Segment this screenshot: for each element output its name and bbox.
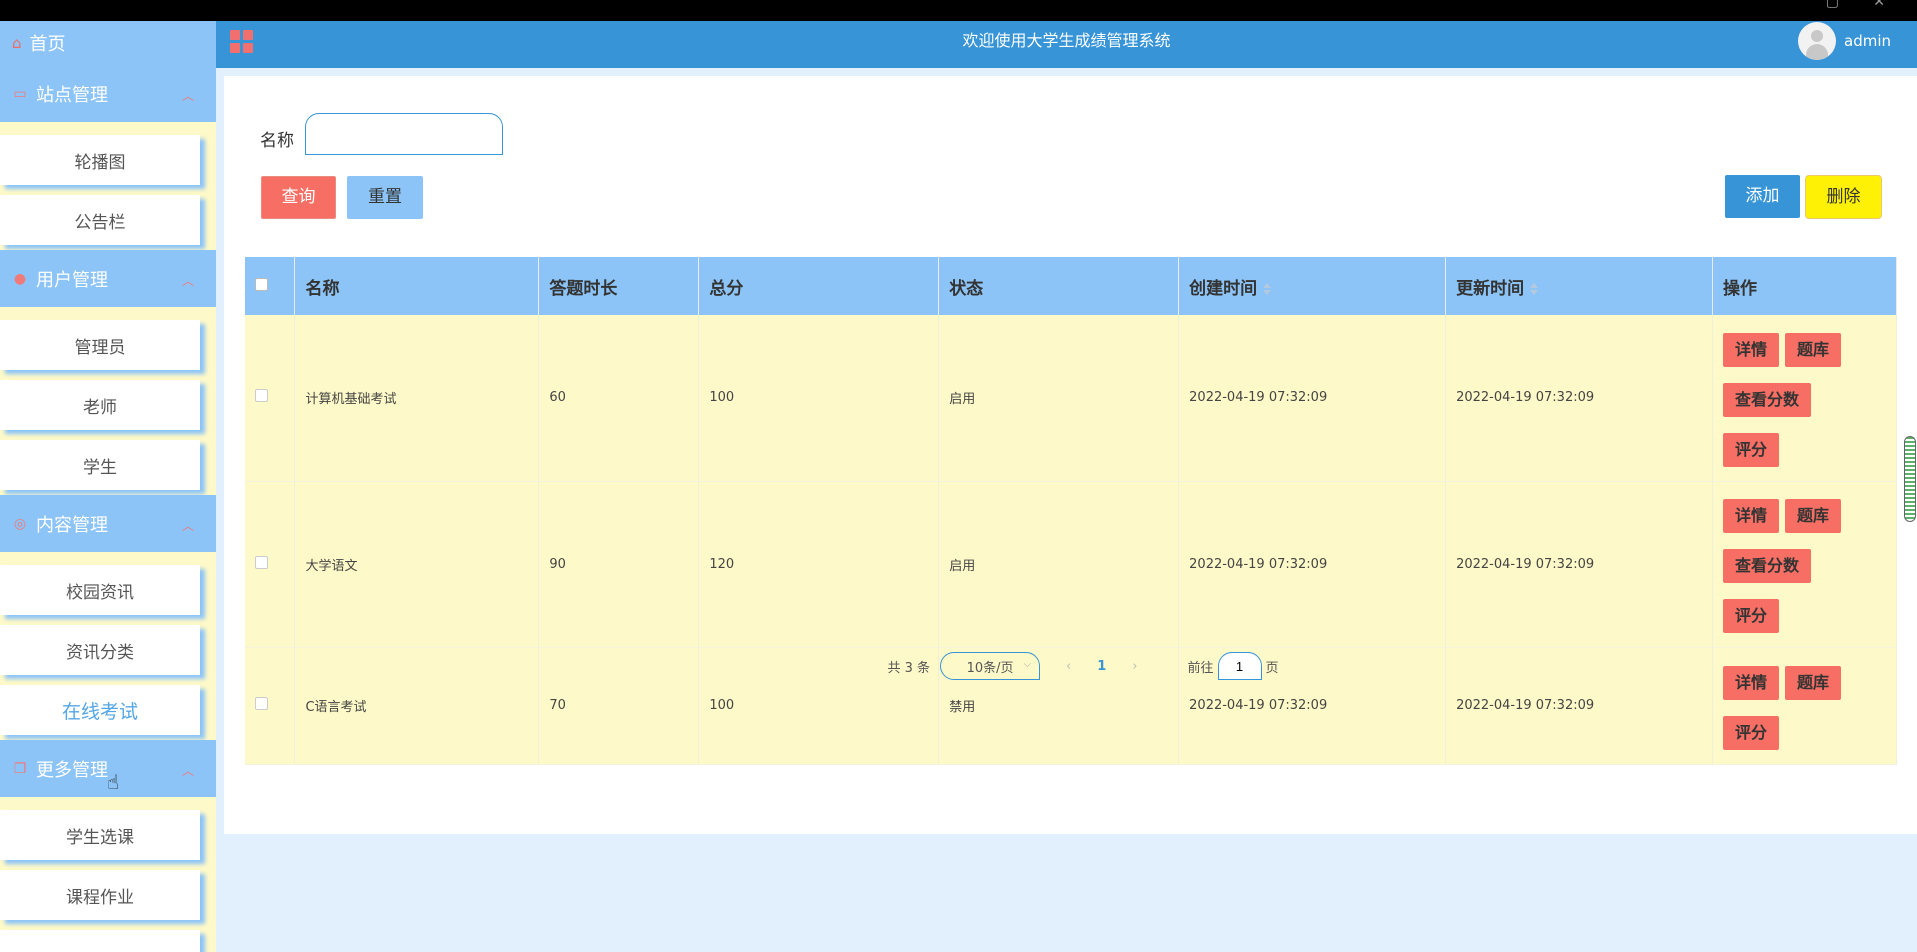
col-header-ops: 操作 <box>1712 257 1897 315</box>
col-header-duration: 答题时长 <box>538 257 700 315</box>
sidebar-item-student[interactable]: 学生 <box>0 440 200 490</box>
view-score-button[interactable]: 查看分数 <box>1723 549 1812 583</box>
select-all-checkbox[interactable] <box>255 278 268 291</box>
main-content: 名称 查询 重置 添加 删除 名称 答题时长 总分 状态 创建时间 更新时间 操… <box>216 68 1917 952</box>
copy-icon: ❐ <box>13 760 27 777</box>
col-header-total: 总分 <box>698 257 940 315</box>
scrollbar-thumb[interactable] <box>1904 436 1916 522</box>
cell-status: 启用 <box>938 481 1180 648</box>
grade-button[interactable]: 评分 <box>1723 599 1780 633</box>
sidebar-group-content[interactable]: ◎ 内容管理 ︿ <box>0 495 216 552</box>
sidebar-item-partial[interactable] <box>0 930 200 952</box>
sidebar-group-label: 用户管理 <box>36 269 108 291</box>
table-header-row: 名称 答题时长 总分 状态 创建时间 更新时间 操作 <box>245 257 1897 315</box>
col-header-created: 创建时间 <box>1178 257 1447 315</box>
pagination-total: 共 3 条 <box>887 660 931 676</box>
page-size-value: 10条/页 <box>966 660 1014 676</box>
cell-total: 100 <box>698 315 940 482</box>
user-menu[interactable]: admin <box>1798 22 1891 60</box>
chevron-up-icon: ︿ <box>181 274 194 288</box>
add-button[interactable]: 添加 <box>1725 175 1800 218</box>
sidebar-group-user[interactable]: ● 用户管理 ︿ <box>0 250 216 307</box>
sidebar-item-teacher[interactable]: 老师 <box>0 380 200 430</box>
goto-label: 前往 <box>1187 660 1214 676</box>
goto-page-input[interactable] <box>1217 652 1262 680</box>
cell-updated: 2022-04-19 07:32:09 <box>1445 481 1713 648</box>
sidebar-group-label: 内容管理 <box>36 514 108 536</box>
cell-name: 大学语文 <box>294 481 540 648</box>
sort-icon[interactable] <box>1263 282 1272 295</box>
col-header-name: 名称 <box>294 257 540 315</box>
content-panel: 名称 查询 重置 添加 删除 名称 答题时长 总分 状态 创建时间 更新时间 操… <box>224 76 1917 834</box>
detail-button[interactable]: 详情 <box>1723 499 1780 533</box>
sidebar: ⌂ 首页 ▭ 站点管理 ︿ 轮播图 公告栏 ● 用户管理 ︿ 管理员 老师 学生… <box>0 21 216 952</box>
row-checkbox[interactable] <box>255 697 268 710</box>
grade-button[interactable]: 评分 <box>1723 432 1780 467</box>
cell-duration: 90 <box>538 481 700 648</box>
page-number[interactable]: 1 <box>1097 659 1106 674</box>
chevron-down-icon: ⌵ <box>1023 659 1032 670</box>
chevron-up-icon: ︿ <box>181 89 194 103</box>
question-bank-button[interactable]: 题库 <box>1785 332 1842 367</box>
close-icon[interactable]: ✕ <box>1873 0 1885 10</box>
pointer-cursor-icon: ☝ <box>107 770 120 794</box>
cell-updated: 2022-04-19 07:32:09 <box>1445 315 1713 482</box>
sidebar-group-label: 站点管理 <box>36 84 108 106</box>
user-icon: ● <box>13 270 27 287</box>
view-score-button[interactable]: 查看分数 <box>1723 382 1812 417</box>
exam-table: 名称 答题时长 总分 状态 创建时间 更新时间 操作 计算机基础考试 60 10… <box>245 257 1897 765</box>
monitor-icon: ▭ <box>13 85 27 102</box>
question-bank-button[interactable]: 题库 <box>1785 499 1842 533</box>
sort-icon[interactable] <box>1530 282 1539 295</box>
row-checkbox[interactable] <box>255 389 268 403</box>
cell-status: 启用 <box>938 315 1180 482</box>
cell-name: 计算机基础考试 <box>294 315 540 482</box>
sidebar-item-admin[interactable]: 管理员 <box>0 320 200 370</box>
sidebar-group-label: 更多管理 <box>36 759 108 781</box>
sidebar-item-news[interactable]: 校园资讯 <box>0 565 200 615</box>
home-icon: ⌂ <box>12 34 22 52</box>
sidebar-item-online-exam[interactable]: 在线考试 <box>0 685 200 735</box>
sidebar-item-course-select[interactable]: 学生选课 <box>0 810 200 860</box>
row-checkbox[interactable] <box>255 555 268 569</box>
cell-created: 2022-04-19 07:32:09 <box>1178 315 1447 482</box>
col-header-updated: 更新时间 <box>1445 257 1713 315</box>
sidebar-item-news-category[interactable]: 资讯分类 <box>0 625 200 675</box>
maximize-icon[interactable]: ▢ <box>1826 0 1839 10</box>
prev-page-button[interactable]: ‹ <box>1066 659 1071 674</box>
top-header: 欢迎使用大学生成绩管理系统 admin <box>216 21 1917 68</box>
cell-duration: 60 <box>538 315 700 482</box>
sidebar-item-notice[interactable]: 公告栏 <box>0 195 200 245</box>
reset-button[interactable]: 重置 <box>347 176 423 219</box>
sidebar-item-homework[interactable]: 课程作业 <box>0 870 200 920</box>
delete-button[interactable]: 删除 <box>1805 175 1882 219</box>
search-name-label: 名称 <box>260 131 294 151</box>
table-row: 大学语文 90 120 启用 2022-04-19 07:32:09 2022-… <box>245 481 1897 648</box>
chevron-up-icon: ︿ <box>181 764 194 778</box>
grade-button[interactable]: 评分 <box>1723 715 1780 750</box>
table-row: 计算机基础考试 60 100 启用 2022-04-19 07:32:09 20… <box>245 315 1897 482</box>
query-button[interactable]: 查询 <box>261 176 336 219</box>
next-page-button[interactable]: › <box>1132 659 1137 674</box>
cell-total: 120 <box>698 481 940 648</box>
chevron-up-icon: ︿ <box>181 519 194 533</box>
chat-icon: ◎ <box>13 515 27 532</box>
sidebar-group-site[interactable]: ▭ 站点管理 ︿ <box>0 65 216 122</box>
col-header-status: 状态 <box>938 257 1180 315</box>
avatar <box>1798 22 1836 60</box>
page-size-select[interactable]: 10条/页 ⌵ <box>940 652 1041 680</box>
detail-button[interactable]: 详情 <box>1723 332 1780 367</box>
cell-created: 2022-04-19 07:32:09 <box>1178 481 1447 648</box>
sidebar-home-label: 首页 <box>29 34 66 55</box>
page-suffix-label: 页 <box>1265 660 1279 676</box>
search-name-input[interactable] <box>305 113 503 155</box>
pagination: 共 3 条 10条/页 ⌵ ‹ 1 › 前往 页 <box>224 652 1917 680</box>
page-title: 欢迎使用大学生成绩管理系统 <box>962 31 1171 50</box>
username: admin <box>1844 32 1891 50</box>
window-titlebar: ▢ ✕ <box>0 0 1917 21</box>
sidebar-item-home[interactable]: ⌂ 首页 <box>0 21 216 65</box>
sidebar-item-carousel[interactable]: 轮播图 <box>0 135 200 185</box>
